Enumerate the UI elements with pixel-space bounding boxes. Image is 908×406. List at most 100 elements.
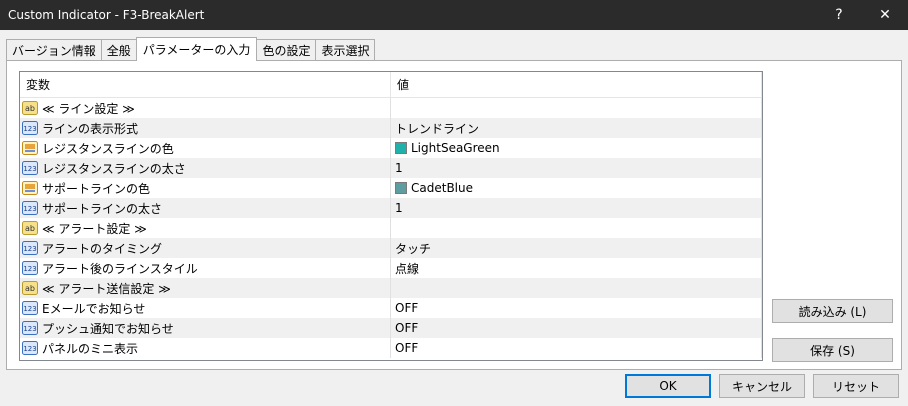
svg-text:123: 123 xyxy=(23,325,36,333)
parameter-name-cell[interactable]: 123 アラート後のラインスタイル xyxy=(20,258,391,278)
parameter-row[interactable]: 123 レジスタンスラインの太さ 1 xyxy=(20,158,762,178)
svg-text:123: 123 xyxy=(23,265,36,273)
color-swatch xyxy=(395,182,407,194)
parameter-value: OFF xyxy=(395,341,419,355)
parameter-value-cell[interactable]: 1 xyxy=(391,158,762,178)
parameter-value-cell[interactable]: OFF xyxy=(391,338,762,358)
help-button[interactable]: ? xyxy=(816,0,862,30)
parameter-name: サポートラインの太さ xyxy=(42,201,163,216)
string-type-icon: ab xyxy=(22,281,38,295)
svg-text:123: 123 xyxy=(23,125,36,133)
parameter-row[interactable]: 123 アラートのタイミング タッチ xyxy=(20,238,762,258)
parameter-name-cell[interactable]: 123 アラートのタイミング xyxy=(20,238,391,258)
parameter-value: トレンドライン xyxy=(395,121,480,136)
load-button[interactable]: 読み込み (L) xyxy=(772,299,893,323)
parameter-name-cell[interactable]: 123 レジスタンスラインの太さ xyxy=(20,158,391,178)
parameter-name-cell[interactable]: 123 Eメールでお知らせ xyxy=(20,298,391,318)
parameter-name: アラート後のラインスタイル xyxy=(42,261,198,276)
parameter-name: サポートラインの色 xyxy=(42,181,151,196)
parameter-name: ≪ ライン設定 ≫ xyxy=(42,101,135,116)
parameter-name: レジスタンスラインの太さ xyxy=(42,161,186,176)
parameter-name: ≪ アラート設定 ≫ xyxy=(42,221,147,236)
tab-visualization[interactable]: 表示選択 xyxy=(315,39,376,61)
parameter-row[interactable]: 123 サポートラインの太さ 1 xyxy=(20,198,762,218)
parameter-name-cell[interactable]: ab ≪ ライン設定 ≫ xyxy=(20,98,391,118)
parameter-name-cell[interactable]: ab ≪ アラート送信設定 ≫ xyxy=(20,278,391,298)
parameter-value: タッチ xyxy=(395,241,432,256)
parameter-value-cell[interactable] xyxy=(391,278,762,298)
parameter-name-cell[interactable]: 123 ラインの表示形式 xyxy=(20,118,391,138)
parameter-value-cell[interactable]: OFF xyxy=(391,298,762,318)
tab-general[interactable]: 全般 xyxy=(100,39,137,61)
color-swatch xyxy=(395,142,407,154)
parameter-value-cell[interactable] xyxy=(391,218,762,238)
parameter-value-cell[interactable]: 点線 xyxy=(391,258,762,278)
parameter-row[interactable]: 123 パネルのミニ表示 OFF xyxy=(20,338,762,358)
tab-strip: バージョン情報 全般 パラメーターの入力 色の設定 表示選択 xyxy=(6,37,376,61)
string-type-icon: ab xyxy=(22,221,38,235)
parameter-value-cell[interactable]: CadetBlue xyxy=(391,178,762,198)
parameter-value-cell[interactable]: OFF xyxy=(391,318,762,338)
parameter-row[interactable]: ab ≪ ライン設定 ≫ xyxy=(20,98,762,118)
parameter-name-cell[interactable]: レジスタンスラインの色 xyxy=(20,138,391,158)
svg-text:123: 123 xyxy=(23,245,36,253)
parameter-name-cell[interactable]: 123 プッシュ通知でお知らせ xyxy=(20,318,391,338)
parameter-row[interactable]: レジスタンスラインの色 LightSeaGreen xyxy=(20,138,762,158)
parameter-name-cell[interactable]: 123 パネルのミニ表示 xyxy=(20,338,391,358)
parameter-row[interactable]: 123 Eメールでお知らせ OFF xyxy=(20,298,762,318)
number-type-icon: 123 xyxy=(22,161,38,175)
svg-text:ab: ab xyxy=(25,284,35,293)
tab-colors[interactable]: 色の設定 xyxy=(256,39,317,61)
parameter-value: 1 xyxy=(395,201,403,215)
parameter-row[interactable]: 123 ラインの表示形式 トレンドライン xyxy=(20,118,762,138)
parameter-value: CadetBlue xyxy=(411,181,473,195)
parameter-value-cell[interactable]: 1 xyxy=(391,198,762,218)
column-header-value[interactable]: 値 xyxy=(391,72,762,97)
parameter-name: ラインの表示形式 xyxy=(42,121,139,136)
parameter-row[interactable]: サポートラインの色 CadetBlue xyxy=(20,178,762,198)
parameter-value-cell[interactable] xyxy=(391,98,762,118)
parameter-row[interactable]: 123 プッシュ通知でお知らせ OFF xyxy=(20,318,762,338)
number-type-icon: 123 xyxy=(22,261,38,275)
column-header-variable[interactable]: 変数 xyxy=(20,72,391,97)
cancel-button[interactable]: キャンセル xyxy=(719,374,805,398)
parameter-value-cell[interactable]: LightSeaGreen xyxy=(391,138,762,158)
svg-text:123: 123 xyxy=(23,165,36,173)
color-type-icon xyxy=(22,181,38,195)
parameter-name-cell[interactable]: サポートラインの色 xyxy=(20,178,391,198)
number-type-icon: 123 xyxy=(22,241,38,255)
window-title: Custom Indicator - F3-BreakAlert xyxy=(8,8,205,22)
svg-text:123: 123 xyxy=(23,205,36,213)
string-type-icon: ab xyxy=(22,101,38,115)
parameter-value: LightSeaGreen xyxy=(411,141,500,155)
tab-inputs[interactable]: パラメーターの入力 xyxy=(135,37,258,61)
parameter-row[interactable]: ab ≪ アラート送信設定 ≫ xyxy=(20,278,762,298)
color-type-icon xyxy=(22,141,38,155)
parameter-value-cell[interactable]: トレンドライン xyxy=(391,118,762,138)
grid-header: 変数 値 xyxy=(20,72,762,98)
svg-text:123: 123 xyxy=(23,345,36,353)
number-type-icon: 123 xyxy=(22,301,38,315)
parameter-grid: 変数 値 ab ≪ ライン設定 ≫ 123 ラインの表示形式 トレンドライン レジスタンス… xyxy=(19,71,763,361)
number-type-icon: 123 xyxy=(22,341,38,355)
parameter-name-cell[interactable]: ab ≪ アラート設定 ≫ xyxy=(20,218,391,238)
parameter-name: パネルのミニ表示 xyxy=(42,341,139,356)
reset-button[interactable]: リセット xyxy=(813,374,899,398)
svg-text:ab: ab xyxy=(25,104,35,113)
parameter-name: ≪ アラート送信設定 ≫ xyxy=(42,281,171,296)
parameter-name-cell[interactable]: 123 サポートラインの太さ xyxy=(20,198,391,218)
parameter-value: OFF xyxy=(395,321,419,335)
save-button[interactable]: 保存 (S) xyxy=(772,338,893,362)
parameter-value-cell[interactable]: タッチ xyxy=(391,238,762,258)
parameter-row[interactable]: ab ≪ アラート設定 ≫ xyxy=(20,218,762,238)
tab-version-info[interactable]: バージョン情報 xyxy=(6,39,102,61)
ok-button[interactable]: OK xyxy=(625,374,711,398)
number-type-icon: 123 xyxy=(22,321,38,335)
parameter-name: Eメールでお知らせ xyxy=(42,301,146,316)
parameter-row[interactable]: 123 アラート後のラインスタイル 点線 xyxy=(20,258,762,278)
parameter-name: プッシュ通知でお知らせ xyxy=(42,321,174,336)
tab-panel: 変数 値 ab ≪ ライン設定 ≫ 123 ラインの表示形式 トレンドライン レジスタンス… xyxy=(6,60,902,370)
grid-rows: ab ≪ ライン設定 ≫ 123 ラインの表示形式 トレンドライン レジスタンスラインの色… xyxy=(20,98,762,358)
parameter-value: OFF xyxy=(395,301,419,315)
close-button[interactable]: ✕ xyxy=(862,0,908,30)
